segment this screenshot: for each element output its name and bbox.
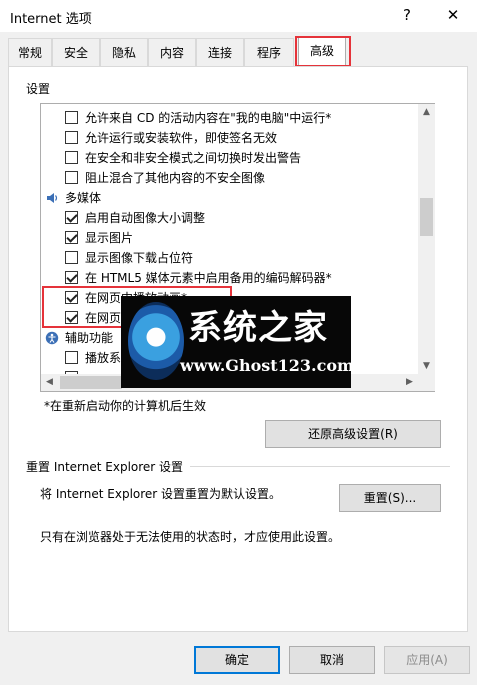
list-item[interactable]: 在安全和非安全模式之间切换时发出警告 — [65, 148, 301, 168]
scroll-up-icon[interactable]: ▲ — [418, 104, 435, 121]
list-item[interactable]: 阻止混合了其他内容的不安全图像 — [65, 168, 265, 188]
ok-button[interactable]: 确定 — [194, 646, 280, 674]
cancel-button[interactable]: 取消 — [289, 646, 375, 674]
list-item-label: 在安全和非安全模式之间切换时发出警告 — [85, 151, 302, 165]
list-item[interactable]: 启用自动图像大小调整 — [65, 208, 205, 228]
scroll-right-icon[interactable]: ▶ — [401, 374, 418, 391]
watermark-brand: 系统之家 — [188, 308, 328, 348]
accessibility-icon — [45, 331, 59, 345]
list-item-label: 阻止混合了其他内容的不安全图像 — [85, 171, 266, 185]
scroll-down-icon[interactable]: ▼ — [418, 358, 435, 375]
vertical-scrollbar[interactable]: ▲ ▼ — [418, 104, 435, 375]
category-row: 辅助功能 — [45, 328, 113, 348]
checkbox[interactable] — [65, 171, 78, 184]
checkbox[interactable] — [65, 351, 78, 364]
checkbox[interactable] — [65, 251, 78, 264]
category-label: 多媒体 — [65, 191, 102, 205]
checkbox[interactable] — [65, 211, 78, 224]
restart-note: *在重新启动你的计算机后生效 — [44, 399, 207, 413]
tab-connections[interactable]: 连接 — [196, 38, 244, 66]
watermark-logo-icon — [128, 302, 184, 380]
list-item-label: 允许来自 CD 的活动内容在"我的电脑"中运行* — [85, 111, 332, 125]
list-item-label: 播放系 — [85, 351, 122, 365]
reset-note: 只有在浏览器处于无法使用的状态时，才应使用此设置。 — [40, 530, 341, 544]
watermark-url: www.Ghost123.com — [180, 356, 354, 375]
list-item-label: 在 HTML5 媒体元素中启用备用的编码解码器* — [85, 271, 332, 285]
list-item-label: 启用自动图像大小调整 — [85, 211, 206, 225]
tab-general[interactable]: 常规 — [8, 38, 52, 66]
window-title: Internet 选项 — [10, 12, 92, 27]
tab-content[interactable]: 内容 — [148, 38, 196, 66]
checkbox[interactable] — [65, 271, 78, 284]
divider — [190, 466, 450, 467]
checkbox[interactable] — [65, 151, 78, 164]
reset-heading: 重置 Internet Explorer 设置 — [26, 460, 184, 474]
restore-advanced-button[interactable]: 还原高级设置(R) — [265, 420, 441, 448]
apply-button[interactable]: 应用(A) — [384, 646, 470, 674]
category-row: 多媒体 — [45, 188, 101, 208]
reset-button[interactable]: 重置(S)... — [339, 484, 441, 512]
advanced-tab-highlight — [295, 36, 351, 67]
category-label: 辅助功能 — [65, 331, 114, 345]
scroll-left-icon[interactable]: ◀ — [41, 374, 58, 391]
tab-privacy[interactable]: 隐私 — [100, 38, 148, 66]
help-button[interactable]: ? — [392, 6, 422, 24]
reset-description: 将 Internet Explorer 设置重置为默认设置。 — [40, 487, 282, 501]
tab-programs[interactable]: 程序 — [244, 38, 294, 66]
vertical-scroll-thumb[interactable] — [420, 198, 433, 236]
list-item-label: 显示图像下载占位符 — [85, 251, 194, 265]
settings-group-label: 设置 — [26, 82, 51, 96]
list-item[interactable]: 播放系 — [65, 348, 121, 368]
checkbox[interactable] — [65, 231, 78, 244]
list-item-label: 允许运行或安装软件，即使签名无效 — [85, 131, 278, 145]
tab-security[interactable]: 安全 — [52, 38, 100, 66]
list-item[interactable]: 显示图像下载占位符 — [65, 248, 193, 268]
list-item[interactable]: 在 HTML5 媒体元素中启用备用的编码解码器* — [65, 268, 332, 288]
checkbox[interactable] — [65, 111, 78, 124]
list-item-label: 显示图片 — [85, 231, 134, 245]
horizontal-scroll-thumb[interactable] — [60, 376, 122, 389]
checkbox[interactable] — [65, 131, 78, 144]
close-button[interactable]: ✕ — [438, 6, 468, 24]
list-item[interactable]: 允许来自 CD 的活动内容在"我的电脑"中运行* — [65, 108, 331, 128]
list-item[interactable]: 显示图片 — [65, 228, 133, 248]
speaker-icon — [47, 193, 58, 203]
list-item[interactable]: 允许运行或安装软件，即使签名无效 — [65, 128, 277, 148]
scrollbar-corner — [418, 374, 435, 391]
